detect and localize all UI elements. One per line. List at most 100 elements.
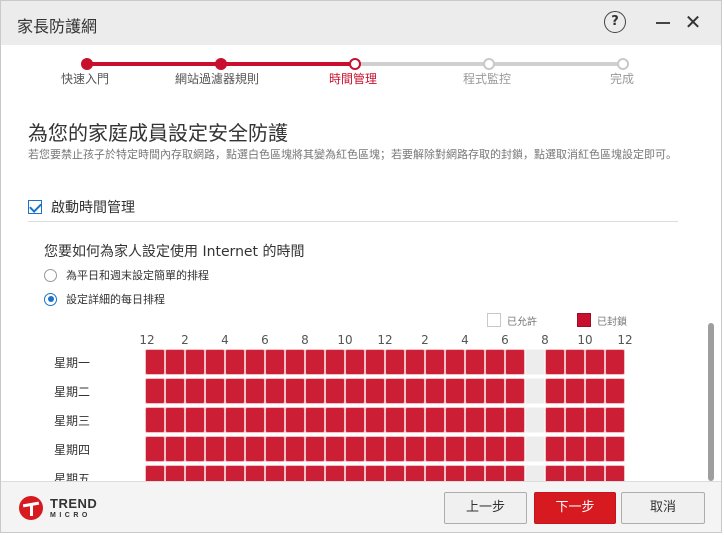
hour-cell-blocked[interactable] xyxy=(285,378,305,404)
hour-cell-blocked[interactable] xyxy=(245,378,265,404)
hour-cell-blocked[interactable] xyxy=(325,349,345,375)
hour-cell-blocked[interactable] xyxy=(205,465,225,481)
hour-cell-blocked[interactable] xyxy=(245,349,265,375)
hour-cell-blocked[interactable] xyxy=(165,436,185,462)
hour-cell-blocked[interactable] xyxy=(565,349,585,375)
hour-cell-blocked[interactable] xyxy=(265,378,285,404)
hour-cell-blocked[interactable] xyxy=(205,407,225,433)
hour-cell-blocked[interactable] xyxy=(185,349,205,375)
hour-cell-blocked[interactable] xyxy=(265,465,285,481)
hour-cell-blocked[interactable] xyxy=(265,436,285,462)
content-scrollbar[interactable] xyxy=(707,97,715,481)
hour-cell-blocked[interactable] xyxy=(265,407,285,433)
hour-cell-blocked[interactable] xyxy=(405,378,425,404)
hour-cell-blocked[interactable] xyxy=(365,465,385,481)
hour-cell-blocked[interactable] xyxy=(545,378,565,404)
hour-cell-blocked[interactable] xyxy=(165,407,185,433)
hour-cell-blocked[interactable] xyxy=(225,349,245,375)
hour-cell-blocked[interactable] xyxy=(425,378,445,404)
hour-cell-blocked[interactable] xyxy=(585,378,605,404)
content-area[interactable]: 為您的家庭成員設定安全防護 若您要禁止孩子於特定時間內存取網路，點選白色區塊將其… xyxy=(1,97,721,481)
hour-cell-blocked[interactable] xyxy=(205,349,225,375)
hour-cell-blocked[interactable] xyxy=(325,465,345,481)
hour-cell-blocked[interactable] xyxy=(225,407,245,433)
hour-cell-blocked[interactable] xyxy=(345,378,365,404)
enable-time-management-toggle[interactable]: 啟動時間管理 xyxy=(28,197,135,217)
scrollbar-thumb[interactable] xyxy=(708,323,714,481)
hour-cell-blocked[interactable] xyxy=(385,407,405,433)
hour-cell-blocked[interactable] xyxy=(225,436,245,462)
hour-cell-blocked[interactable] xyxy=(605,349,625,375)
hour-cell-blocked[interactable] xyxy=(605,465,625,481)
hour-cell-blocked[interactable] xyxy=(345,349,365,375)
hour-cell-blocked[interactable] xyxy=(205,436,225,462)
simple-schedule-radio[interactable] xyxy=(44,268,57,282)
hour-cell-blocked[interactable] xyxy=(445,349,465,375)
hour-cell-blocked[interactable] xyxy=(345,407,365,433)
hour-cell-blocked[interactable] xyxy=(285,407,305,433)
detailed-schedule-radio[interactable] xyxy=(44,292,57,306)
hour-cell-blocked[interactable] xyxy=(565,436,585,462)
hour-cell-blocked[interactable] xyxy=(365,436,385,462)
hour-cell-allowed[interactable] xyxy=(525,407,545,433)
hour-cell-blocked[interactable] xyxy=(165,378,185,404)
hour-cell-blocked[interactable] xyxy=(405,407,425,433)
hour-cell-blocked[interactable] xyxy=(465,378,485,404)
help-icon[interactable]: ? xyxy=(604,11,626,33)
hour-cell-blocked[interactable] xyxy=(245,407,265,433)
hour-cell-blocked[interactable] xyxy=(365,378,385,404)
hour-cell-blocked[interactable] xyxy=(505,349,525,375)
hour-cell-blocked[interactable] xyxy=(365,407,385,433)
hour-cell-allowed[interactable] xyxy=(525,378,545,404)
hour-cell-blocked[interactable] xyxy=(385,349,405,375)
hour-cell-blocked[interactable] xyxy=(505,407,525,433)
hour-cell-blocked[interactable] xyxy=(385,465,405,481)
hour-cell-blocked[interactable] xyxy=(605,407,625,433)
hour-cell-blocked[interactable] xyxy=(325,378,345,404)
hour-cell-blocked[interactable] xyxy=(385,436,405,462)
hour-cell-blocked[interactable] xyxy=(465,436,485,462)
hour-cell-blocked[interactable] xyxy=(385,378,405,404)
hour-cell-blocked[interactable] xyxy=(305,436,325,462)
next-button[interactable]: 下一步 xyxy=(534,492,616,524)
hour-cell-blocked[interactable] xyxy=(305,407,325,433)
hour-cell-blocked[interactable] xyxy=(185,465,205,481)
hour-cell-blocked[interactable] xyxy=(585,465,605,481)
hour-cell-blocked[interactable] xyxy=(585,407,605,433)
hour-cell-blocked[interactable] xyxy=(185,407,205,433)
hour-cell-blocked[interactable] xyxy=(425,349,445,375)
hour-cell-blocked[interactable] xyxy=(245,465,265,481)
hour-cell-blocked[interactable] xyxy=(425,465,445,481)
hour-cell-blocked[interactable] xyxy=(265,349,285,375)
hour-cell-blocked[interactable] xyxy=(505,465,525,481)
close-icon[interactable]: ✕ xyxy=(682,11,704,33)
previous-button[interactable]: 上一步 xyxy=(444,492,527,524)
hour-cell-blocked[interactable] xyxy=(405,465,425,481)
hour-cell-blocked[interactable] xyxy=(185,436,205,462)
hour-cell-blocked[interactable] xyxy=(605,378,625,404)
hour-cell-blocked[interactable] xyxy=(325,436,345,462)
hour-cell-blocked[interactable] xyxy=(505,378,525,404)
hour-cell-blocked[interactable] xyxy=(225,465,245,481)
hour-cell-blocked[interactable] xyxy=(565,407,585,433)
hour-cell-blocked[interactable] xyxy=(545,349,565,375)
hour-cell-blocked[interactable] xyxy=(285,465,305,481)
hour-cell-blocked[interactable] xyxy=(425,407,445,433)
minimize-icon[interactable] xyxy=(652,11,674,33)
hour-cell-blocked[interactable] xyxy=(405,436,425,462)
hour-cell-blocked[interactable] xyxy=(305,465,325,481)
hour-cell-blocked[interactable] xyxy=(185,378,205,404)
hour-cell-blocked[interactable] xyxy=(485,407,505,433)
hour-cell-blocked[interactable] xyxy=(165,349,185,375)
hour-cell-blocked[interactable] xyxy=(545,407,565,433)
hour-cell-blocked[interactable] xyxy=(565,378,585,404)
hour-cell-blocked[interactable] xyxy=(485,378,505,404)
hour-cell-blocked[interactable] xyxy=(485,465,505,481)
enable-time-management-checkbox[interactable] xyxy=(28,200,42,214)
hour-cell-blocked[interactable] xyxy=(445,407,465,433)
hour-cell-blocked[interactable] xyxy=(425,436,445,462)
hour-cell-blocked[interactable] xyxy=(465,407,485,433)
hour-cell-blocked[interactable] xyxy=(445,465,465,481)
hour-cell-blocked[interactable] xyxy=(165,465,185,481)
hour-cell-blocked[interactable] xyxy=(145,465,165,481)
